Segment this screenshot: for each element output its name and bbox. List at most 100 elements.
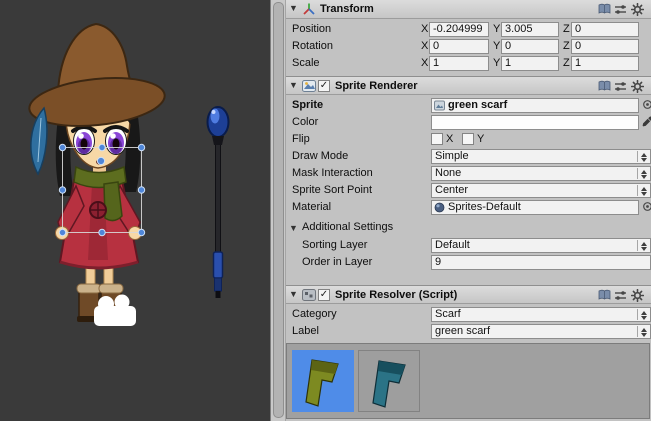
order-in-layer-label: Order in Layer — [302, 256, 372, 268]
sprite-resolver-icon — [302, 288, 316, 302]
position-z-field[interactable]: 0 — [571, 22, 639, 37]
label-row: Label green scarf — [286, 323, 651, 340]
sprite-resolver-header[interactable]: ▼ ✓ Sprite Resolver (Script) — [286, 285, 651, 304]
mask-interaction-label: Mask Interaction — [292, 167, 373, 179]
green-scarf-thumbnail — [292, 350, 354, 412]
help-book-icon[interactable] — [598, 3, 612, 16]
axis-z-label: Z — [563, 40, 570, 52]
object-picker-icon[interactable] — [642, 201, 651, 212]
axis-z-label: Z — [563, 57, 570, 69]
transform-header[interactable]: ▼ Transform — [286, 0, 651, 19]
mask-interaction-dropdown[interactable]: None — [431, 166, 651, 181]
rotation-y-field[interactable]: 0 — [501, 39, 559, 54]
category-dropdown[interactable]: Scarf — [431, 307, 651, 322]
dropdown-arrow-icon — [641, 170, 647, 174]
order-in-layer-row: Order in Layer 9 — [286, 254, 651, 271]
dropdown-arrow-icon — [641, 316, 647, 320]
rotation-row: Rotation X 0 Y 0 Z 0 — [286, 38, 651, 55]
unity-editor: ▼ Transform Position X -0. — [0, 0, 651, 421]
dropdown-arrow-icon — [641, 247, 647, 251]
foldout-icon[interactable]: ▼ — [289, 289, 298, 299]
help-book-icon[interactable] — [598, 80, 612, 93]
label-dropdown[interactable]: green scarf — [431, 324, 651, 339]
scene-background — [0, 0, 270, 421]
sorting-layer-value: Default — [435, 239, 470, 251]
sorting-layer-dropdown[interactable]: Default — [431, 238, 651, 253]
teal-scarf-thumbnail — [359, 351, 421, 413]
sprite-thumb-teal-scarf[interactable] — [358, 350, 420, 412]
eyedropper-icon[interactable] — [642, 116, 651, 127]
position-label: Position — [292, 23, 331, 35]
dropdown-separator — [637, 151, 638, 162]
axis-y-label: Y — [493, 40, 500, 52]
sprite-label: Sprite — [292, 99, 323, 111]
additional-settings-foldout[interactable]: ▼ Additional Settings — [286, 219, 651, 236]
label-value: green scarf — [435, 325, 490, 337]
material-sphere-icon — [434, 202, 445, 213]
sprite-row: Sprite green scarf — [286, 97, 651, 114]
scene-view[interactable] — [0, 0, 270, 421]
help-book-icon[interactable] — [598, 289, 612, 302]
flip-y-label: Y — [477, 133, 484, 145]
order-in-layer-field[interactable]: 9 — [431, 255, 651, 270]
dropdown-arrow-icon — [641, 242, 647, 246]
position-y-field[interactable]: 3.005 — [501, 22, 559, 37]
scale-x-field[interactable]: 1 — [429, 56, 489, 71]
object-picker-icon[interactable] — [642, 99, 651, 110]
dropdown-arrow-icon — [641, 158, 647, 162]
transform-icon — [302, 2, 316, 16]
category-label: Category — [292, 308, 337, 320]
sprite-sort-point-label: Sprite Sort Point — [292, 184, 372, 196]
axis-x-label: X — [421, 40, 428, 52]
sprite-renderer-header[interactable]: ▼ ✓ Sprite Renderer — [286, 76, 651, 95]
dropdown-separator — [637, 168, 638, 179]
presets-icon[interactable] — [614, 3, 628, 16]
gear-icon[interactable] — [631, 80, 645, 93]
label-label: Label — [292, 325, 319, 337]
draw-mode-dropdown[interactable]: Simple — [431, 149, 651, 164]
foldout-icon[interactable]: ▼ — [289, 223, 298, 233]
position-x-field[interactable]: -0.204999 — [429, 22, 489, 37]
sprite-thumb-green-scarf[interactable] — [292, 350, 354, 412]
flip-y-checkbox[interactable] — [462, 133, 474, 145]
gear-icon[interactable] — [631, 289, 645, 302]
scrollbar-thumb[interactable] — [273, 2, 284, 418]
component-enabled-checkbox[interactable]: ✓ — [318, 80, 330, 92]
dropdown-arrow-icon — [641, 333, 647, 337]
scene-canvas[interactable] — [0, 0, 270, 421]
foldout-icon[interactable]: ▼ — [289, 3, 298, 13]
inspector-scrollbar[interactable] — [271, 0, 286, 421]
gear-icon[interactable] — [631, 3, 645, 16]
mask-interaction-value: None — [435, 167, 461, 179]
color-swatch[interactable] — [431, 115, 639, 130]
dropdown-arrow-icon — [641, 311, 647, 315]
flip-x-checkbox[interactable] — [431, 133, 443, 145]
material-object-name: Sprites-Default — [448, 202, 521, 213]
color-label: Color — [292, 116, 318, 128]
flip-label: Flip — [292, 133, 310, 145]
dropdown-separator — [637, 185, 638, 196]
dropdown-arrow-icon — [641, 187, 647, 191]
flip-row: Flip X Y — [286, 131, 651, 148]
scale-z-field[interactable]: 1 — [571, 56, 639, 71]
dropdown-separator — [637, 309, 638, 320]
dropdown-arrow-icon — [641, 192, 647, 196]
material-object-field[interactable]: Sprites-Default — [431, 200, 639, 215]
rotation-z-field[interactable]: 0 — [571, 39, 639, 54]
scale-y-field[interactable]: 1 — [501, 56, 559, 71]
presets-icon[interactable] — [614, 289, 628, 302]
component-title: Sprite Resolver (Script) — [335, 289, 457, 301]
scale-row: Scale X 1 Y 1 Z 1 — [286, 55, 651, 72]
foldout-icon[interactable]: ▼ — [289, 80, 298, 90]
sorting-layer-label: Sorting Layer — [302, 239, 367, 251]
sprite-mini-icon — [434, 100, 445, 111]
rotation-x-field[interactable]: 0 — [429, 39, 489, 54]
sprite-pivot-handle[interactable] — [97, 157, 104, 164]
sprite-object-field[interactable]: green scarf — [431, 98, 639, 113]
sprite-sort-point-dropdown[interactable]: Center — [431, 183, 651, 198]
component-enabled-checkbox[interactable]: ✓ — [318, 289, 330, 301]
draw-mode-row: Draw Mode Simple — [286, 148, 651, 165]
presets-icon[interactable] — [614, 80, 628, 93]
axis-y-label: Y — [493, 23, 500, 35]
sprite-sort-point-value: Center — [435, 184, 468, 196]
